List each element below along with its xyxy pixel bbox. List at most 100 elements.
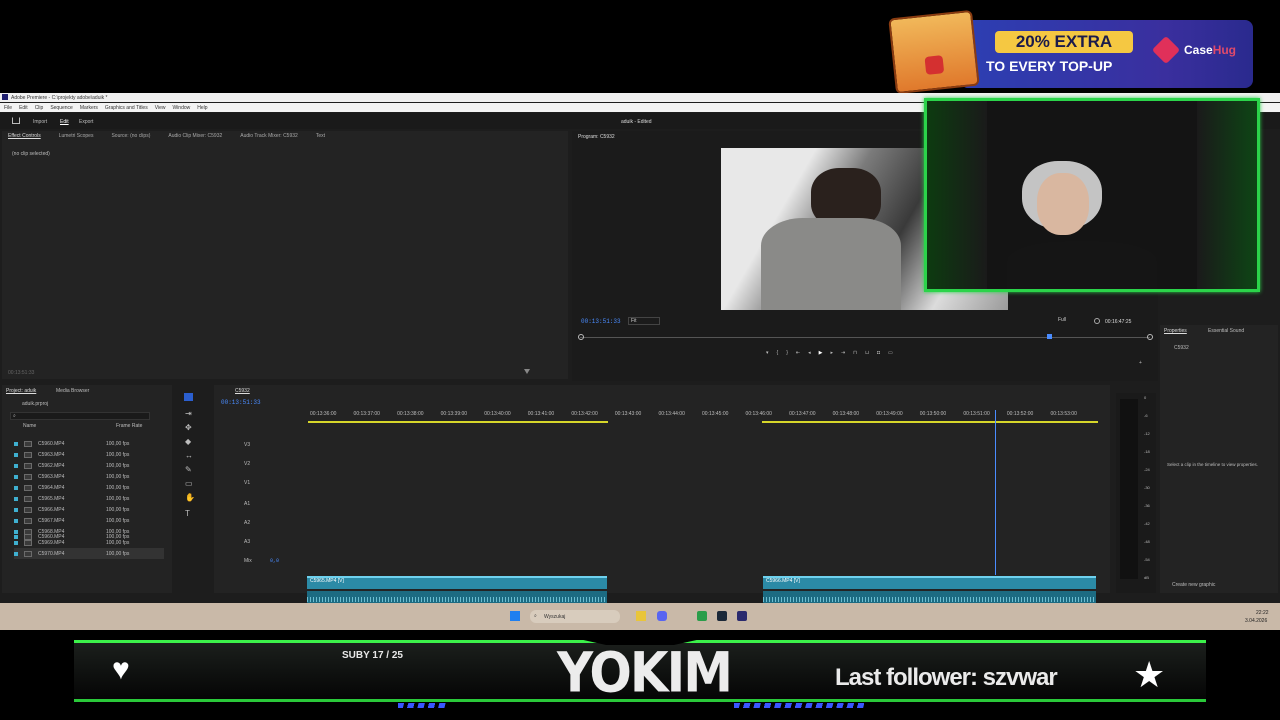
list-item[interactable]: C5963.MP4 100,00 fps [14, 449, 164, 460]
rectangle-icon[interactable]: ▭ [185, 479, 193, 488]
list-item[interactable]: C5964.MP4 100,00 fps [14, 482, 164, 493]
tab-source[interactable]: Source: (no clips) [111, 133, 150, 139]
list-item[interactable]: C5966.MP4 100,00 fps [14, 504, 164, 515]
track-label-mix[interactable]: Mix [244, 558, 252, 564]
folder-icon[interactable] [636, 611, 646, 621]
type-tool-icon[interactable]: T [185, 509, 190, 518]
steam-icon[interactable] [717, 611, 727, 621]
full-dropdown[interactable]: Full [1058, 317, 1084, 325]
playhead-marker[interactable] [1047, 334, 1052, 339]
import-tab[interactable]: Import [33, 119, 47, 125]
track-label-v1[interactable]: V1 [244, 480, 250, 486]
subs-goal: SUBY 17 / 25 [342, 650, 403, 661]
track-select-icon[interactable]: ⇥ [185, 409, 192, 418]
mark-out-icon[interactable]: } [786, 350, 788, 356]
ruler-tick-label: 00:13:45:00 [702, 411, 729, 417]
track-label-v3[interactable]: V3 [244, 442, 250, 448]
meter-label: -30 [1144, 485, 1150, 490]
menu-markers[interactable]: Markers [80, 105, 98, 111]
menu-sequence[interactable]: Sequence [50, 105, 73, 111]
lift-icon[interactable]: ⊓ [853, 350, 857, 356]
menu-help[interactable]: Help [197, 105, 207, 111]
extract-icon[interactable]: ⊔ [865, 350, 869, 356]
filter-icon[interactable] [524, 369, 530, 375]
export-tab[interactable]: Export [79, 119, 93, 125]
search-box[interactable]: ⌕ Wyszukaj [530, 610, 620, 623]
casehug-ad[interactable]: 20% EXTRA TO EVERY TOP-UP CaseHug [888, 9, 1255, 95]
step-forward-icon[interactable]: ▸ [830, 350, 833, 356]
ruler-tick-label: 00:13:51:00 [963, 411, 990, 417]
razor-icon[interactable]: ◆ [185, 437, 191, 446]
marker-icon[interactable]: ▾ [766, 350, 769, 356]
mix-value[interactable]: 0,0 [270, 558, 279, 564]
step-back-icon[interactable]: ◂ [808, 350, 811, 356]
tab-audio-track-mixer[interactable]: Audio Track Mixer: C5932 [240, 133, 298, 139]
ripple-edit-icon[interactable]: ✥ [185, 423, 192, 432]
col-frame-rate[interactable]: Frame Rate [116, 423, 142, 429]
ruler-tick-label: 00:13:46:00 [745, 411, 772, 417]
menu-edit[interactable]: Edit [19, 105, 28, 111]
menu-graphics[interactable]: Graphics and Titles [105, 105, 148, 111]
selection-tool-icon[interactable] [184, 393, 193, 401]
track-label-a1[interactable]: A1 [244, 501, 250, 507]
list-item[interactable]: C5968.MP4 100,00 fps [14, 526, 164, 537]
list-item[interactable]: C5965.MP4 100,00 fps [14, 493, 164, 504]
tab-media-browser[interactable]: Media Browser [56, 388, 89, 394]
hand-icon[interactable]: ✋ [185, 493, 195, 502]
track-label-a2[interactable]: A2 [244, 520, 250, 526]
tab-effect-controls[interactable]: Effect Controls [8, 133, 41, 139]
program-scrubber[interactable] [580, 337, 1150, 338]
play-icon[interactable]: ▶ [819, 350, 823, 356]
tab-audio-clip-mixer[interactable]: Audio Clip Mixer: C5932 [168, 133, 222, 139]
mark-in-icon[interactable]: { [777, 350, 779, 356]
home-icon[interactable] [12, 117, 20, 124]
start-icon[interactable] [510, 611, 520, 621]
tab-properties[interactable]: Properties [1164, 328, 1187, 334]
playhead[interactable] [995, 410, 996, 575]
slip-icon[interactable]: ↔ [185, 451, 193, 460]
export-frame-icon[interactable]: ◘ [877, 350, 880, 356]
tab-project[interactable]: Project: aduik [6, 388, 36, 394]
add-button-icon[interactable]: + [1139, 360, 1142, 366]
go-to-in-icon[interactable]: ⇤ [796, 350, 800, 356]
wrench-icon[interactable] [1094, 318, 1100, 324]
menu-view[interactable]: View [155, 105, 166, 111]
list-item[interactable]: C5963.MP4 100,00 fps [14, 471, 164, 482]
list-item[interactable]: C5962.MP4 100,00 fps [14, 460, 164, 471]
fit-value: Fit [631, 318, 637, 324]
spotify-icon[interactable] [697, 611, 707, 621]
compare-icon[interactable]: ▭ [888, 350, 893, 356]
video-clip-2[interactable]: C5966.MP4 [V] [763, 576, 1096, 589]
in-handle[interactable] [578, 334, 584, 340]
ruler-tick-label: 00:13:52:00 [1006, 411, 1034, 417]
timeline-tab[interactable]: C5932 [235, 388, 250, 394]
list-item[interactable]: C5967.MP4 100,00 fps [14, 515, 164, 526]
menu-window[interactable]: Window [172, 105, 190, 111]
pen-icon[interactable]: ✎ [185, 465, 192, 474]
edit-tab[interactable]: Edit [60, 119, 69, 125]
track-label-v2[interactable]: V2 [244, 461, 250, 467]
program-timecode: 00:13:51:33 [581, 318, 621, 325]
clip-icon [24, 528, 32, 535]
program-tab[interactable]: Program: C5932 [578, 134, 615, 140]
premiere-taskbar-icon[interactable] [737, 611, 747, 621]
menu-file[interactable]: File [4, 105, 12, 111]
col-name[interactable]: Name [23, 423, 36, 429]
discord-icon[interactable] [657, 611, 667, 621]
menu-clip[interactable]: Clip [35, 105, 44, 111]
list-item[interactable]: C5960.MP4 100,00 fps [14, 438, 164, 449]
video-clip-1[interactable]: C5965.MP4 [V] [307, 576, 607, 589]
project-search-input[interactable]: ⌕ [10, 412, 150, 420]
out-handle[interactable] [1147, 334, 1153, 340]
tab-essential-sound[interactable]: Essential Sound [1208, 328, 1244, 334]
work-area-bar-2[interactable] [762, 421, 1098, 423]
fit-dropdown[interactable]: Fit [628, 317, 660, 325]
tab-text[interactable]: Text [316, 133, 325, 139]
work-area-bar[interactable] [308, 421, 608, 423]
create-graphic-button[interactable]: Create new graphic [1172, 582, 1215, 588]
list-item[interactable]: C5969.MP4 100,00 fps [14, 537, 164, 548]
go-to-out-icon[interactable]: ⇥ [841, 350, 845, 356]
tab-lumetri-scopes[interactable]: Lumetri Scopes [59, 133, 94, 139]
list-item-selected[interactable]: C5970.MP4 100,00 fps [14, 548, 164, 559]
track-label-a3[interactable]: A3 [244, 539, 250, 545]
